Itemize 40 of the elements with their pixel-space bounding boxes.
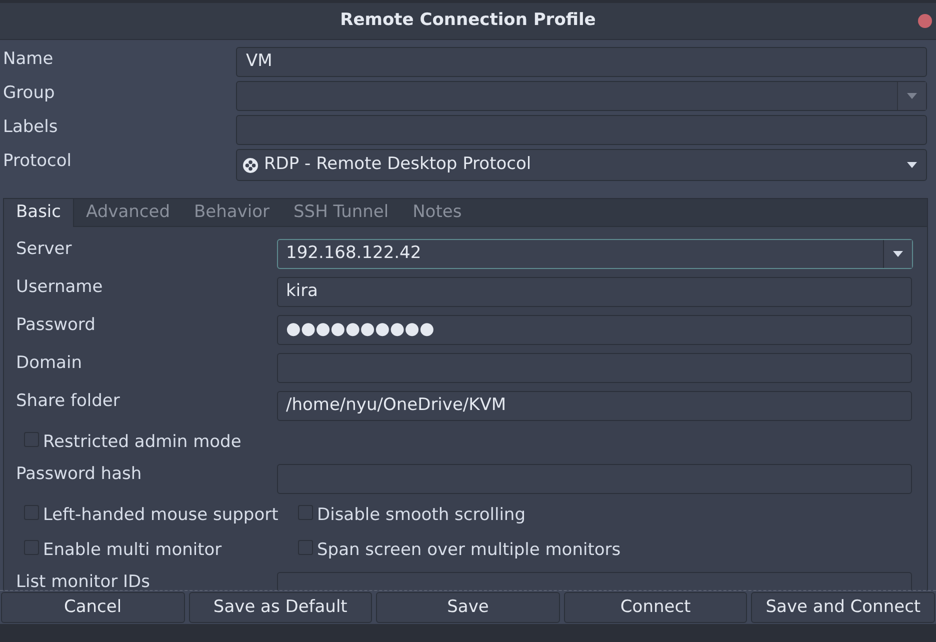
checkbox-label: Enable multi monitor [43,538,222,562]
field-label: Labels [2,116,59,139]
field-label: Domain [15,352,83,375]
tab[interactable]: Basic [4,199,74,227]
combo-field[interactable] [236,81,927,111]
field-label: List monitor IDs [15,571,151,594]
protocol-icon [243,158,258,172]
combo-field[interactable]: 192.168.122.42 [277,239,913,269]
caret-icon [907,93,917,99]
caret-icon [893,251,903,257]
checkbox-label: Span screen over multiple monitors [317,538,621,562]
field-label: Password hash [15,463,143,486]
field-label: Group [2,82,56,105]
dialog-button[interactable]: Save and Connect [751,592,935,623]
field-label: Share folder [15,390,121,413]
dialog-button[interactable]: Save as Default [188,592,372,623]
text-field[interactable]: ●●●●●●●●●● [277,315,912,345]
dialog-button[interactable]: Save [376,592,560,623]
caret-icon [907,162,917,168]
tab[interactable]: Advanced [74,199,182,226]
checkbox-label: Left-handed mouse support [43,504,278,527]
checkbox-label: Restricted admin mode [43,430,242,454]
text-field[interactable] [236,115,927,145]
dialog-button[interactable]: Connect [564,592,748,623]
close-button[interactable] [918,14,932,28]
text-field[interactable]: VM [236,47,927,77]
window-title: Remote Connection Profile [340,9,596,32]
field-label: Name [2,48,54,71]
checkbox-label: Disable smooth scrolling [317,504,526,527]
field-label: Username [15,276,104,299]
field-label: Password [15,314,96,337]
dialog-button[interactable]: Cancel [1,592,185,623]
tab[interactable]: Behavior [182,199,282,226]
tab[interactable]: SSH Tunnel [282,199,401,226]
text-field[interactable]: /home/nyu/OneDrive/KVM [277,391,912,421]
text-field[interactable]: kira [277,277,912,307]
field-label: Protocol [2,150,73,173]
field-label: Server [15,238,73,261]
tab[interactable]: Notes [400,199,474,226]
protocol-dropdown[interactable]: RDP - Remote Desktop Protocol [236,149,927,181]
